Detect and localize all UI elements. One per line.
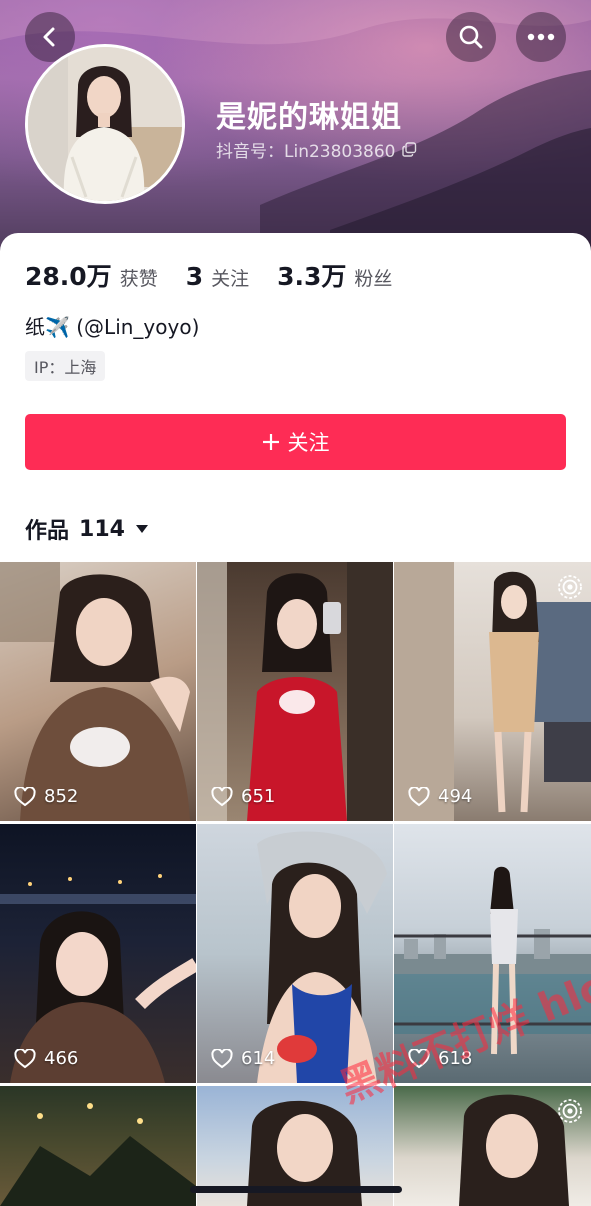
like-count-value: 651 — [241, 786, 276, 807]
video-thumbnail[interactable]: 494 — [394, 562, 591, 821]
avatar[interactable] — [25, 44, 185, 204]
search-icon — [459, 25, 483, 49]
heart-outline-icon — [211, 786, 233, 806]
follow-button[interactable]: 关注 — [25, 414, 566, 470]
caret-down-icon — [135, 525, 148, 533]
like-count: 466 — [14, 1048, 78, 1069]
video-thumbnail[interactable] — [394, 1086, 591, 1206]
like-count: 651 — [211, 786, 275, 807]
stat-following[interactable]: 3 关注 — [186, 262, 249, 291]
copy-icon[interactable] — [401, 142, 417, 157]
home-indicator[interactable] — [190, 1186, 402, 1193]
video-thumbnail[interactable]: 466 — [0, 824, 196, 1083]
works-count: 114 — [79, 516, 125, 542]
stat-likes[interactable]: 28.0万 获赞 — [25, 257, 158, 293]
douyin-id-text: 抖音号：Lin23803860 — [216, 142, 396, 162]
follow-button-label: 关注 — [287, 431, 330, 455]
like-count: 494 — [408, 786, 472, 807]
avatar-photo — [28, 47, 182, 201]
douyin-id-row[interactable]: 抖音号：Lin23803860 — [216, 137, 417, 162]
video-thumbnail[interactable] — [0, 1086, 196, 1206]
live-ring-icon — [558, 575, 582, 599]
ip-location-tag: IP：上海 — [25, 351, 106, 381]
thumbnail-image — [394, 562, 591, 821]
heart-outline-icon — [211, 1048, 233, 1068]
stat-value: 3.3万 — [277, 262, 347, 291]
like-count-value: 614 — [241, 1048, 276, 1069]
like-count: 852 — [14, 786, 78, 807]
video-thumbnail[interactable]: 614 — [197, 824, 393, 1083]
thumbnail-image — [0, 874, 196, 1083]
thumbnail-image — [0, 1103, 196, 1206]
heart-outline-icon — [14, 1048, 36, 1068]
heart-outline-icon — [408, 786, 430, 806]
stat-label: 粉丝 — [354, 268, 393, 290]
video-thumbnail[interactable]: 852 — [0, 562, 196, 821]
works-label: 作品 — [25, 519, 70, 544]
profile-card: 28.0万 获赞 3 关注 3.3万 粉丝 纸✈️ (@Lin_yoyo) IP… — [0, 233, 591, 1206]
stat-value: 28.0万 — [25, 262, 112, 291]
stat-label: 关注 — [211, 268, 250, 290]
profile-bio: 纸✈️ (@Lin_yoyo) — [25, 315, 200, 339]
stats-row: 28.0万 获赞 3 关注 3.3万 粉丝 — [25, 257, 420, 293]
like-count: 614 — [211, 1048, 275, 1069]
thumbnail-image — [0, 562, 190, 821]
more-options-button[interactable] — [516, 12, 566, 62]
stat-followers[interactable]: 3.3万 粉丝 — [277, 257, 392, 293]
search-button[interactable] — [446, 12, 496, 62]
works-tab[interactable]: 作品 114 — [25, 513, 149, 545]
profile-name: 是妮的琳姐姐 — [216, 100, 402, 135]
like-count-value: 466 — [44, 1048, 79, 1069]
profile-header: 是妮的琳姐姐 抖音号：Lin23803860 — [0, 0, 591, 260]
stat-label: 获赞 — [119, 268, 158, 290]
video-grid: 852 651 494 466 614 618 — [0, 562, 591, 1206]
thumbnail-image — [257, 831, 387, 1083]
heart-outline-icon — [14, 786, 36, 806]
chevron-left-icon — [43, 27, 55, 47]
like-count-value: 852 — [44, 786, 79, 807]
stat-value: 3 — [185, 262, 204, 291]
video-thumbnail[interactable]: 651 — [197, 562, 393, 821]
thumbnail-image — [197, 562, 393, 821]
like-count-value: 494 — [438, 786, 473, 807]
live-ring-icon — [558, 1099, 582, 1123]
more-dots-icon — [527, 33, 555, 41]
plus-icon — [262, 434, 279, 450]
